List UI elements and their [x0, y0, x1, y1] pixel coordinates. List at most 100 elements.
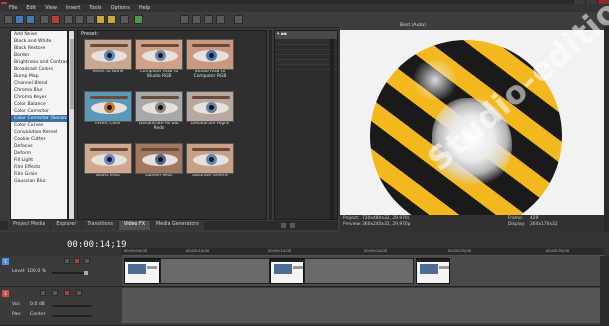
video-track-header[interactable]: 1 Level: 100.0 %: [0, 256, 122, 287]
fx-list-item[interactable]: Gaussian Blur: [11, 178, 67, 185]
trimmer-scrollbar[interactable]: [330, 39, 334, 219]
fx-list-item[interactable]: Color Corrector: [11, 108, 67, 115]
timeline-scrollbar[interactable]: [600, 256, 609, 326]
menu-options[interactable]: Options: [111, 5, 130, 11]
tab-media-generators[interactable]: Media Generators: [151, 221, 204, 230]
ruler-label: 00:00:00;00: [124, 248, 148, 253]
fx-list-item[interactable]: Chroma Keyer: [11, 94, 67, 101]
mute-icon[interactable]: [74, 258, 80, 264]
copy-icon[interactable]: [75, 15, 84, 24]
fx-list-item[interactable]: Channel Blend: [11, 80, 67, 87]
fx-list-item[interactable]: Black and White: [11, 38, 67, 45]
fx-list-item[interactable]: Border: [11, 52, 67, 59]
scrollbar-thumb[interactable]: [70, 39, 74, 109]
volume-slider[interactable]: [52, 305, 92, 307]
preset-item[interactable]: Boost Mids: [84, 143, 132, 183]
tab-explorer[interactable]: Explorer: [51, 221, 82, 230]
fx-list-item[interactable]: Add Noise: [11, 31, 67, 38]
cut-icon[interactable]: [64, 15, 73, 24]
preview-quality-select[interactable]: Best (Auto): [400, 23, 426, 28]
open-icon[interactable]: [15, 15, 24, 24]
solo-icon[interactable]: [76, 290, 82, 296]
right-scrollbar[interactable]: [604, 22, 609, 237]
audio-track[interactable]: [122, 288, 604, 326]
mute-icon[interactable]: [64, 290, 70, 296]
preview-info: Project: 720x480x32, 29.970i Preview: 36…: [340, 215, 609, 232]
menu-file[interactable]: File: [9, 5, 17, 11]
pan-slider[interactable]: [52, 315, 92, 317]
normal-edit-icon[interactable]: [180, 15, 189, 24]
fx-list-item[interactable]: Brightness and Contrast: [11, 59, 67, 66]
fx-list-item[interactable]: Color Curves: [11, 122, 67, 129]
paste-icon[interactable]: [86, 15, 95, 24]
preset-item[interactable]: Saturate Greens: [186, 143, 234, 183]
stop-icon[interactable]: [289, 222, 296, 229]
fx-list-item[interactable]: Broadcast Colors: [11, 66, 67, 73]
delete-icon[interactable]: [120, 15, 129, 24]
menu-insert[interactable]: Insert: [66, 5, 80, 11]
audio-track-area[interactable]: [122, 288, 604, 323]
frame-label: Frame:: [508, 216, 524, 221]
video-fx-list[interactable]: Add Noise Black and White Black Restore Bor…: [10, 30, 68, 220]
menu-tools[interactable]: Tools: [89, 5, 101, 11]
video-clip[interactable]: [160, 258, 270, 284]
preset-item[interactable]: Desaturate All but Reds: [135, 91, 183, 131]
snap-icon[interactable]: [134, 15, 143, 24]
preset-item[interactable]: Desaturate Highs: [186, 91, 234, 131]
track-fx-icon[interactable]: [40, 290, 46, 296]
preset-item[interactable]: Studio RGB to Computer RGB: [186, 39, 234, 79]
fx-list-item[interactable]: Black Restore: [11, 45, 67, 52]
save-icon[interactable]: [26, 15, 35, 24]
video-track[interactable]: [122, 256, 604, 287]
video-clip[interactable]: [416, 258, 450, 284]
tab-project-media[interactable]: Project Media: [8, 221, 51, 230]
menu-help[interactable]: Help: [139, 5, 150, 11]
preset-item[interactable]: Invert Color: [84, 91, 132, 131]
fx-list-item[interactable]: Film Grain: [11, 171, 67, 178]
time-ruler[interactable]: 00:00:00;00 00:00:10;00 00:00:15;00 00:00:2…: [122, 248, 604, 256]
video-clip[interactable]: [304, 258, 414, 284]
render-icon[interactable]: [51, 15, 60, 24]
help-icon[interactable]: [234, 15, 243, 24]
fx-list-item[interactable]: Chroma Blur: [11, 87, 67, 94]
menu-edit[interactable]: Edit: [26, 5, 36, 11]
menu-view[interactable]: View: [45, 5, 57, 11]
preset-item[interactable]: Darken Mids: [135, 143, 183, 183]
preset-thumbnail: [84, 143, 132, 174]
preset-label: Darken Mids: [145, 174, 173, 178]
vol-value: 0.0 dB: [30, 302, 45, 307]
fx-list-item[interactable]: Convolution Kernel: [11, 129, 67, 136]
fx-list-item[interactable]: Fill Light: [11, 157, 67, 164]
automation-icon[interactable]: [52, 290, 58, 296]
fx-list-item[interactable]: Bump Map: [11, 73, 67, 80]
preset-item[interactable]: Reset to None: [84, 39, 132, 79]
tab-video-fx[interactable]: Video FX: [119, 221, 151, 230]
video-clip[interactable]: [270, 258, 304, 284]
envelope-icon[interactable]: [192, 15, 201, 24]
fx-list-item[interactable]: Film Effects: [11, 164, 67, 171]
fx-list-item[interactable]: Defocus: [11, 143, 67, 150]
audio-track-header[interactable]: 2 Vol: 0.0 dB Pan: Center: [0, 288, 122, 326]
preset-item[interactable]: Computer RGB to Studio RGB: [135, 39, 183, 79]
panel-splitter[interactable]: [269, 30, 272, 220]
play-icon[interactable]: [280, 222, 287, 229]
selection-icon[interactable]: [204, 15, 213, 24]
fx-list-item[interactable]: Color Corrector (Secondary): [11, 115, 67, 122]
redo-icon[interactable]: [107, 15, 116, 24]
fx-list-item[interactable]: Deform: [11, 150, 67, 157]
undo-icon[interactable]: [96, 15, 105, 24]
zoom-icon[interactable]: [216, 15, 225, 24]
ruler-label: 00:00:25;00: [448, 248, 472, 253]
tab-transitions[interactable]: Transitions: [82, 221, 119, 230]
level-slider[interactable]: [52, 272, 88, 274]
level-slider-knob[interactable]: [84, 271, 88, 275]
fx-list-scrollbar[interactable]: [68, 30, 75, 220]
solo-icon[interactable]: [84, 258, 90, 264]
trimmer-menu-icon[interactable]: ▾ ▪▪: [277, 32, 287, 37]
track-fx-icon[interactable]: [64, 258, 70, 264]
fx-list-item[interactable]: Cookie Cutter: [11, 136, 67, 143]
properties-icon[interactable]: [40, 15, 49, 24]
new-icon[interactable]: [4, 15, 13, 24]
fx-list-item[interactable]: Color Balance: [11, 101, 67, 108]
video-clip[interactable]: [124, 258, 160, 284]
